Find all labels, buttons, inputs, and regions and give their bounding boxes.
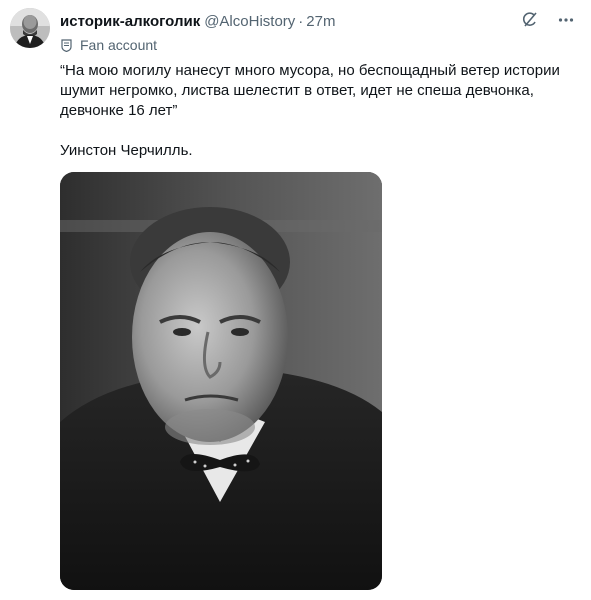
separator-dot: · bbox=[298, 12, 304, 30]
account-label: Fan account bbox=[60, 35, 157, 55]
post-author: Уинстон Черчилль. bbox=[60, 142, 193, 159]
post-body: “На мою могилу нанесут много мусора, но … bbox=[60, 61, 580, 161]
display-name[interactable]: историк-алкоголик bbox=[60, 13, 200, 30]
tweet: историк-алкоголик @AlcoHistory · 27m Fan… bbox=[0, 0, 591, 600]
more-options-icon[interactable] bbox=[555, 9, 577, 31]
fan-account-badge-icon bbox=[60, 38, 74, 52]
post-actions bbox=[519, 9, 577, 31]
post-quote: “На мою могилу нанесут много мусора, но … bbox=[60, 62, 560, 119]
post-header: историк-алкоголик @AlcoHistory · 27m bbox=[60, 10, 335, 32]
avatar[interactable] bbox=[10, 8, 50, 48]
account-label-text[interactable]: Fan account bbox=[80, 37, 157, 53]
user-handle[interactable]: @AlcoHistory bbox=[204, 13, 295, 30]
portrait-photo bbox=[60, 172, 382, 590]
post-time[interactable]: 27m bbox=[306, 13, 335, 30]
portrait-avatar-icon bbox=[10, 8, 50, 48]
post-image[interactable] bbox=[60, 172, 382, 590]
grok-icon[interactable] bbox=[519, 9, 541, 31]
